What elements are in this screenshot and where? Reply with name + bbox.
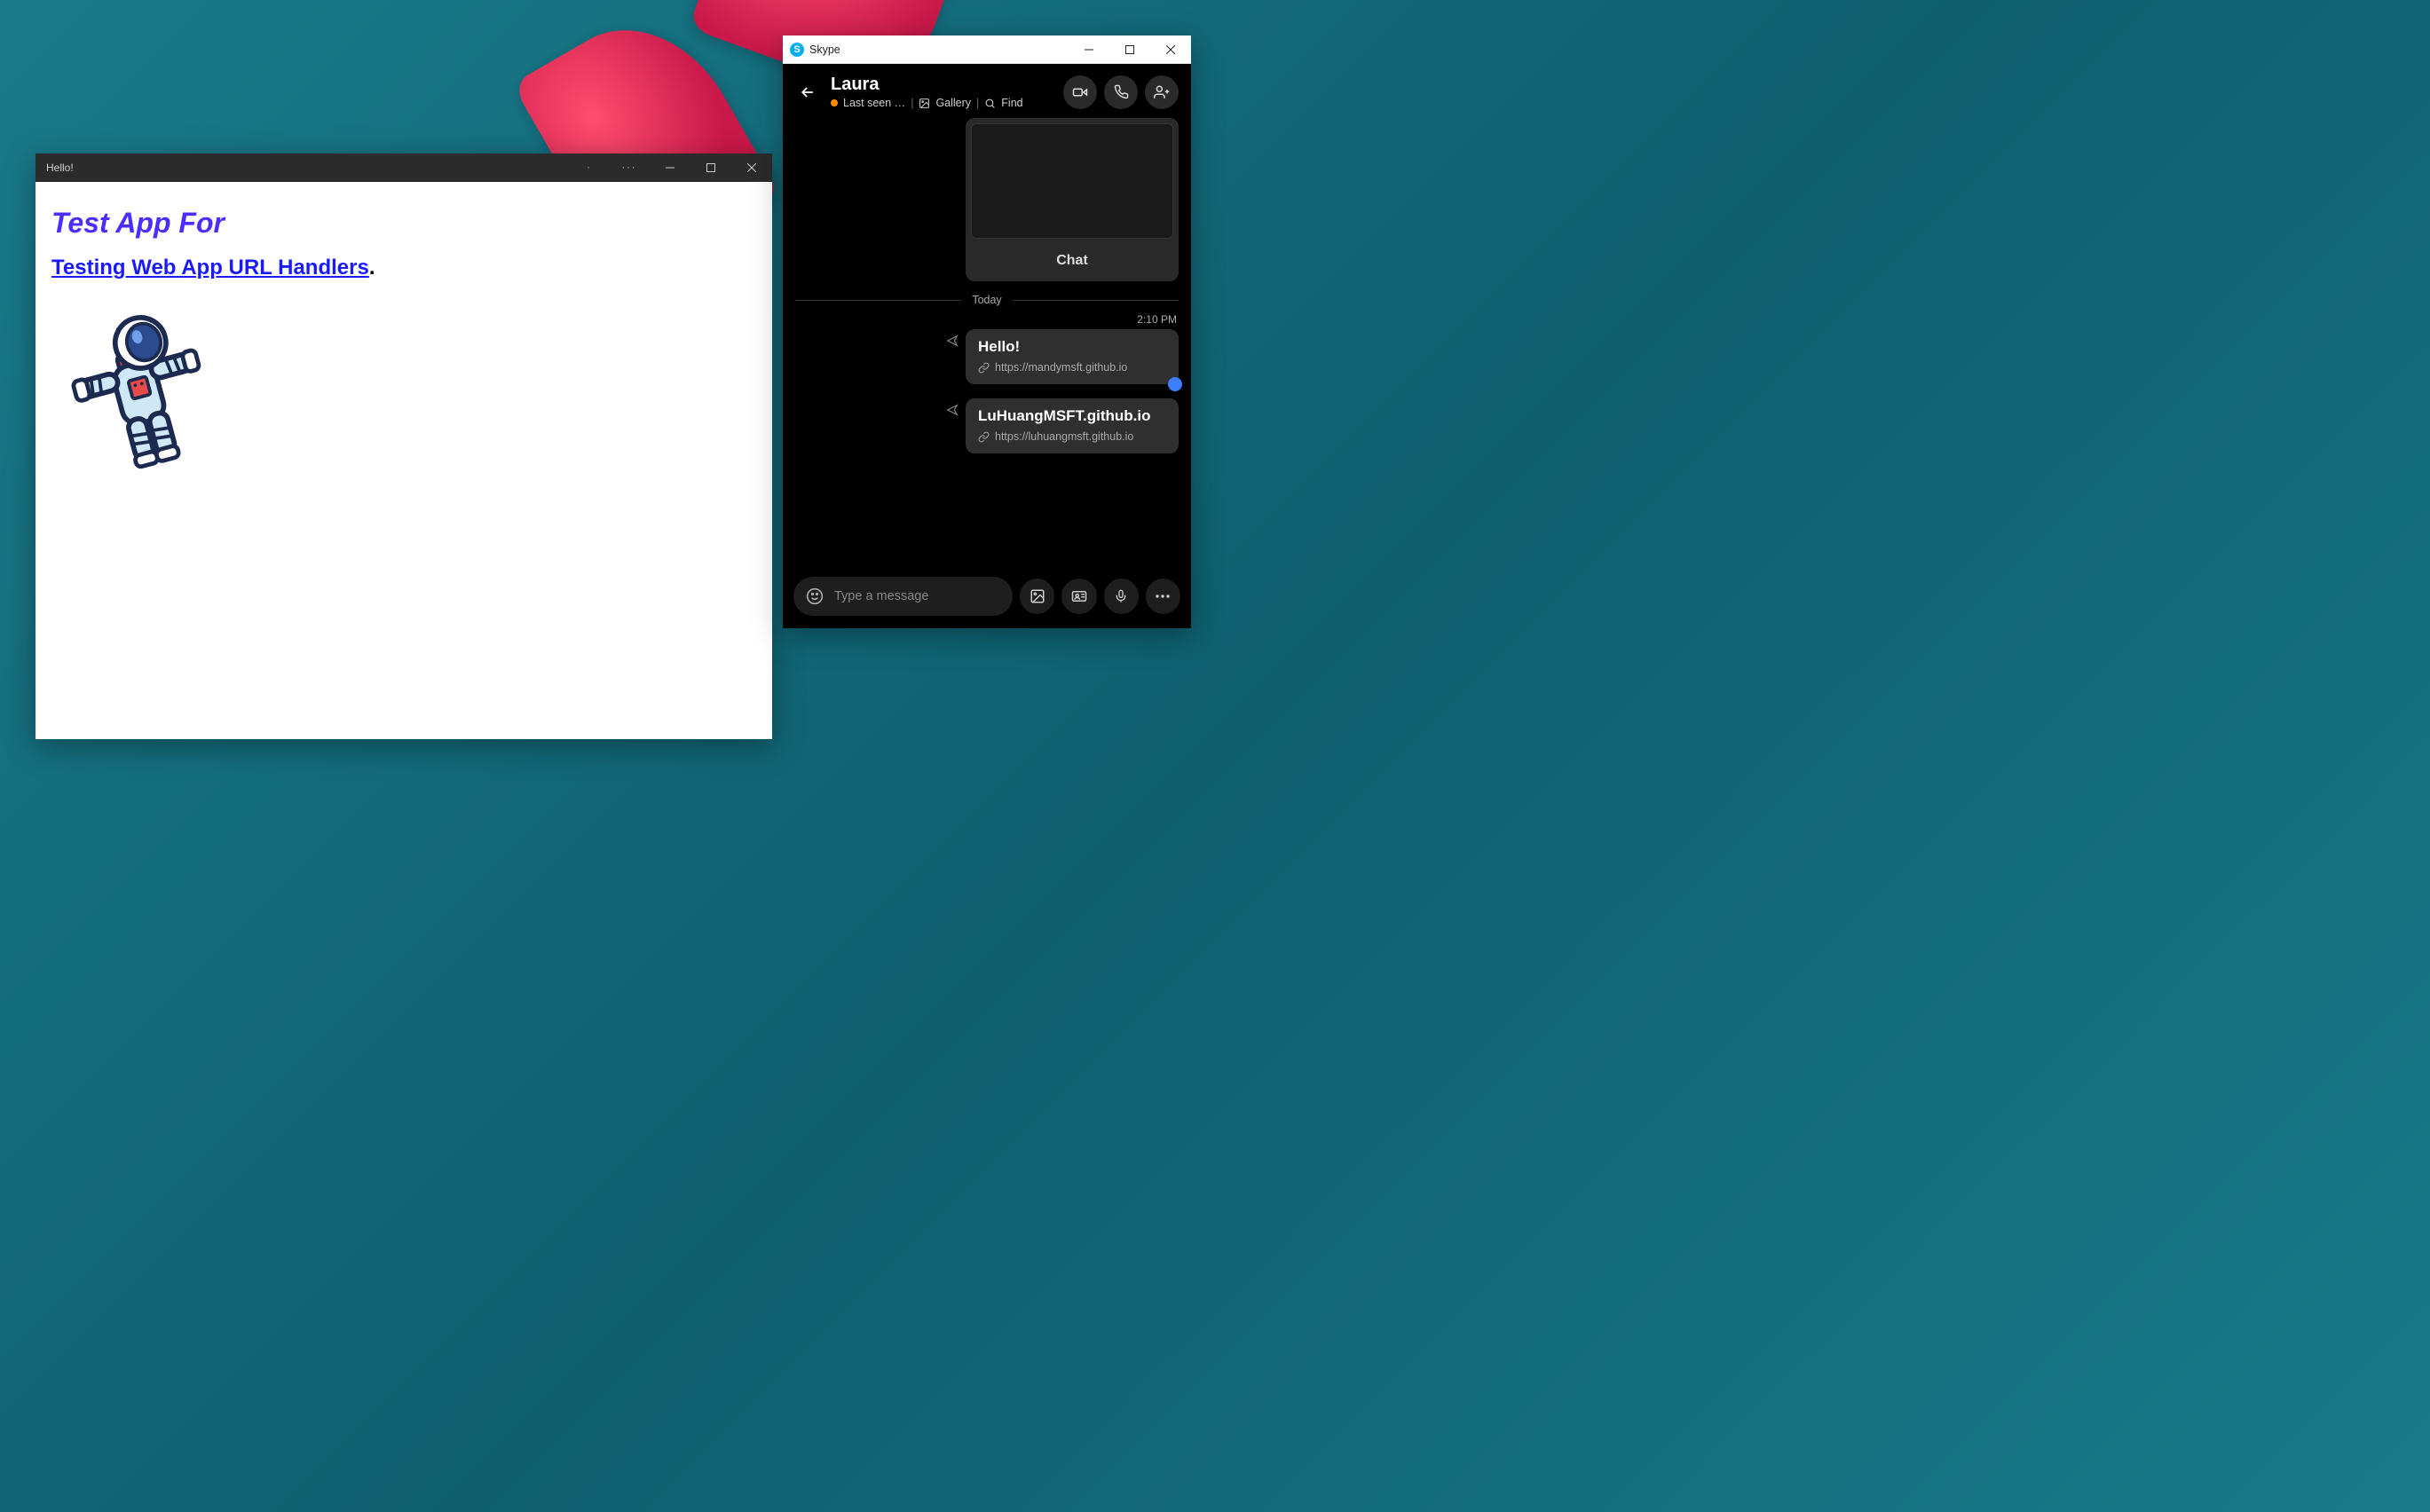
- message-input-bar: [783, 568, 1191, 628]
- pwa-titlebar: Hello! · ···: [36, 154, 772, 182]
- message-url[interactable]: https://mandymsft.github.io: [978, 361, 1166, 374]
- find-link[interactable]: Find: [1001, 97, 1022, 109]
- back-button[interactable]: [795, 80, 820, 105]
- sent-indicator-icon: [946, 335, 959, 347]
- pwa-heading: Test App For: [51, 207, 756, 240]
- emoji-button[interactable]: [806, 587, 824, 605]
- message-bubble: LuHuangMSFT.github.io https://luhuangmsf…: [966, 398, 1179, 453]
- status-away-icon: [831, 99, 838, 106]
- pwa-info-button[interactable]: ·: [568, 154, 609, 182]
- message-bubble: Hello! https://mandymsft.github.io: [966, 329, 1179, 384]
- sent-indicator-icon: [946, 404, 959, 416]
- gallery-link[interactable]: Gallery: [935, 97, 971, 109]
- preview-thumbnail: [971, 123, 1173, 239]
- message-input[interactable]: [834, 589, 1000, 603]
- skype-maximize-button[interactable]: [1109, 35, 1150, 64]
- skype-conversation: Laura Last seen … | Gallery | Find: [783, 64, 1191, 628]
- link-icon: [978, 362, 990, 374]
- skype-app-window: S Skype Laura Last seen … | G: [783, 35, 1191, 628]
- message-title: Hello!: [978, 338, 1166, 356]
- messages-pane[interactable]: Chat Today 2:10 PM Hello! https://mandym…: [783, 118, 1191, 568]
- contact-subline: Last seen … | Gallery | Find: [831, 97, 1053, 109]
- astronaut-image: [51, 302, 220, 479]
- reaction-badge[interactable]: [1168, 377, 1182, 391]
- skype-logo-icon: S: [790, 43, 804, 57]
- pwa-maximize-button[interactable]: [690, 154, 731, 182]
- contact-card-button[interactable]: [1061, 579, 1096, 614]
- message-timestamp: 2:10 PM: [795, 313, 1177, 326]
- add-people-button[interactable]: [1145, 75, 1179, 109]
- link-icon: [978, 431, 990, 443]
- more-button[interactable]: [1146, 579, 1180, 614]
- message-input-pill: [793, 577, 1013, 616]
- date-divider: Today: [795, 294, 1179, 306]
- period: .: [369, 256, 375, 280]
- contact-name: Laura: [831, 75, 1053, 95]
- skype-app-title: Skype: [809, 43, 840, 56]
- pwa-window-title: Hello!: [46, 161, 74, 174]
- last-seen-text: Last seen …: [843, 97, 905, 109]
- message-title: LuHuangMSFT.github.io: [978, 407, 1166, 425]
- pwa-close-button[interactable]: [731, 154, 772, 182]
- date-label: Today: [972, 294, 1001, 306]
- preview-label: Chat: [966, 244, 1179, 281]
- video-call-button[interactable]: [1063, 75, 1097, 109]
- contact-info[interactable]: Laura Last seen … | Gallery | Find: [831, 75, 1053, 109]
- skype-titlebar: S Skype: [783, 35, 1191, 64]
- separator: |: [911, 97, 913, 109]
- gallery-icon: [919, 98, 930, 109]
- message-row[interactable]: LuHuangMSFT.github.io https://luhuangmsf…: [966, 398, 1179, 453]
- pwa-more-button[interactable]: ···: [609, 154, 650, 182]
- pwa-app-window: Hello! · ··· Test App For Testing Web Ap…: [36, 154, 772, 739]
- header-actions: [1063, 75, 1179, 109]
- separator: |: [976, 97, 979, 109]
- pwa-content: Test App For Testing Web App URL Handler…: [36, 182, 772, 504]
- pwa-minimize-button[interactable]: [650, 154, 690, 182]
- pwa-link[interactable]: Testing Web App URL Handlers: [51, 256, 369, 280]
- search-icon: [984, 98, 996, 109]
- skype-close-button[interactable]: [1150, 35, 1191, 64]
- send-file-button[interactable]: [1020, 579, 1054, 614]
- message-row[interactable]: Hello! https://mandymsft.github.io: [966, 329, 1179, 384]
- conversation-header: Laura Last seen … | Gallery | Find: [783, 64, 1191, 118]
- pwa-subheading: Testing Web App URL Handlers.: [51, 256, 756, 280]
- skype-minimize-button[interactable]: [1069, 35, 1109, 64]
- audio-call-button[interactable]: [1104, 75, 1138, 109]
- link-preview-card[interactable]: Chat: [966, 118, 1179, 281]
- voice-message-button[interactable]: [1104, 579, 1139, 614]
- message-url[interactable]: https://luhuangmsft.github.io: [978, 430, 1166, 443]
